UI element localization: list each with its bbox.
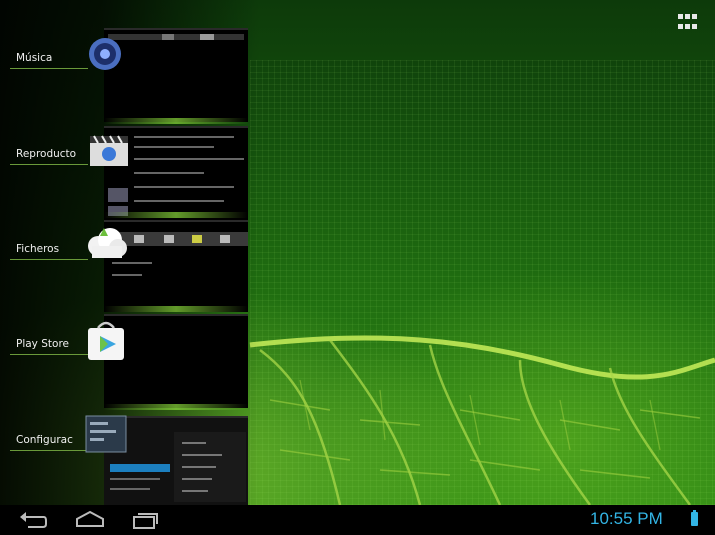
files-cloud-icon bbox=[88, 228, 127, 258]
status-clock[interactable]: 10:55 PM bbox=[590, 509, 663, 529]
label-divider bbox=[10, 450, 88, 451]
recent-label-musica: Música bbox=[16, 52, 53, 64]
android-tablet-screen: Música Reproducto Ficheros Play Store Co… bbox=[0, 0, 715, 535]
home-icon[interactable] bbox=[73, 509, 107, 531]
music-speaker-icon bbox=[89, 38, 121, 70]
recent-label-configuracion: Configurac bbox=[16, 434, 73, 446]
settings-icon bbox=[85, 415, 127, 453]
thumbnail-glow bbox=[104, 212, 248, 218]
thumbnail-glow bbox=[104, 118, 248, 124]
video-clapperboard-icon bbox=[90, 135, 128, 166]
play-store-bag-icon bbox=[88, 321, 124, 360]
recent-apps-icon[interactable] bbox=[130, 509, 160, 531]
label-divider bbox=[10, 354, 88, 355]
apps-grid-icon[interactable] bbox=[678, 14, 698, 32]
label-divider bbox=[10, 68, 88, 69]
recent-label-ficheros: Ficheros bbox=[16, 243, 60, 255]
battery-icon[interactable] bbox=[691, 510, 698, 526]
back-icon[interactable] bbox=[16, 509, 48, 531]
label-divider bbox=[10, 164, 88, 165]
thumbnail-glow bbox=[104, 404, 248, 410]
thumbnail-glow bbox=[104, 306, 248, 312]
recent-label-play-store: Play Store bbox=[16, 338, 69, 350]
label-divider bbox=[10, 259, 88, 260]
recent-label-reproductor: Reproducto bbox=[16, 148, 77, 160]
